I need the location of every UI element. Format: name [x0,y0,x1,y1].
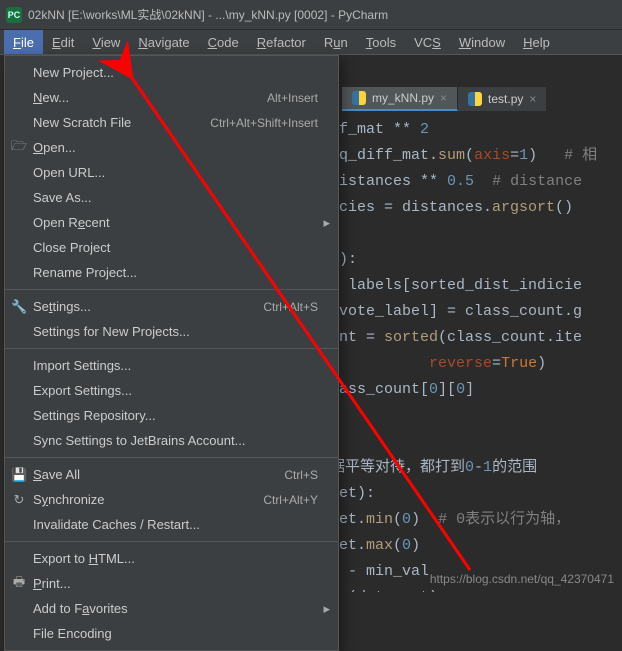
menu-separator [5,348,338,349]
menu-bar: File Edit View Navigate Code Refactor Ru… [0,30,622,55]
menu-label: Settings... [33,299,263,314]
menu-code[interactable]: Code [199,30,248,54]
menu-label: Open URL... [33,165,318,180]
menu-label: New... [33,90,267,105]
menu-label: File Encoding [33,626,318,641]
menu-settings-repository[interactable]: Settings Repository... [5,403,338,428]
menu-open-recent[interactable]: Open Recent ▸ [5,210,338,235]
menu-open-url[interactable]: Open URL... [5,160,338,185]
menu-import-settings[interactable]: Import Settings... [5,353,338,378]
menu-label: Export Settings... [33,383,318,398]
menu-run[interactable]: Run [315,30,357,54]
menu-label: Open... [33,140,318,155]
menu-label: Rename Project... [33,265,318,280]
menu-navigate[interactable]: Navigate [129,30,198,54]
menu-label: Settings Repository... [33,408,318,423]
menu-new[interactable]: New... Alt+Insert [5,85,338,110]
menu-export-html[interactable]: Export to HTML... [5,546,338,571]
menu-open[interactable]: 🗁 Open... [5,135,338,160]
menu-label: New Scratch File [33,115,210,130]
menu-add-to-favorites[interactable]: Add to Favorites ▸ [5,596,338,621]
editor-tabs: my_kNN.py × test.py × [342,87,547,111]
menu-label: Export to HTML... [33,551,318,566]
close-icon[interactable]: × [440,91,447,105]
menu-window[interactable]: Window [450,30,514,54]
python-file-icon [468,92,482,106]
menu-shortcut: Ctrl+Alt+Y [263,493,318,507]
menu-tools[interactable]: Tools [357,30,405,54]
menu-label: New Project... [33,65,318,80]
menu-help[interactable]: Help [514,30,559,54]
close-icon[interactable]: × [529,92,536,106]
file-menu-dropdown: New Project... New... Alt+Insert New Scr… [4,55,339,651]
menu-shortcut: Ctrl+Alt+S [263,300,318,314]
menu-sync-jetbrains[interactable]: Sync Settings to JetBrains Account... [5,428,338,453]
menu-shortcut: Alt+Insert [267,91,318,105]
pycharm-icon: PC [6,7,22,23]
menu-label: Invalidate Caches / Restart... [33,517,318,532]
tab-label: my_kNN.py [372,91,434,105]
menu-label: Add to Favorites [33,601,318,616]
tab-test[interactable]: test.py × [458,87,547,111]
menu-edit[interactable]: Edit [43,30,83,54]
menu-separator [5,457,338,458]
menu-settings[interactable]: 🔧 Settings... Ctrl+Alt+S [5,294,338,319]
menu-shortcut: Ctrl+S [284,468,318,482]
menu-view[interactable]: View [83,30,129,54]
menu-save-all[interactable]: 💾 Save All Ctrl+S [5,462,338,487]
wrench-icon: 🔧 [11,299,27,315]
sync-icon: ↻ [11,492,27,508]
title-bar: PC 02kNN [E:\works\ML实战\02kNN] - ...\my_… [0,0,622,30]
tab-label: test.py [488,92,523,106]
menu-separator [5,289,338,290]
window-title: 02kNN [E:\works\ML实战\02kNN] - ...\my_kNN… [28,6,388,23]
menu-new-scratch-file[interactable]: New Scratch File Ctrl+Alt+Shift+Insert [5,110,338,135]
watermark: https://blog.csdn.net/qq_42370471 [430,572,614,586]
menu-file[interactable]: File [4,30,43,54]
menu-label: Save As... [33,190,318,205]
menu-invalidate-caches[interactable]: Invalidate Caches / Restart... [5,512,338,537]
menu-new-project[interactable]: New Project... [5,60,338,85]
python-file-icon [352,91,366,105]
menu-print[interactable]: 🖶 Print... [5,571,338,596]
menu-save-as[interactable]: Save As... [5,185,338,210]
menu-close-project[interactable]: Close Project [5,235,338,260]
folder-open-icon: 🗁 [11,137,27,159]
menu-label: Settings for New Projects... [33,324,318,339]
menu-label: Open Recent [33,215,318,230]
menu-separator [5,541,338,542]
submenu-arrow-icon: ▸ [323,215,330,231]
submenu-arrow-icon: ▸ [323,601,330,617]
save-icon: 💾 [11,467,27,483]
print-icon: 🖶 [11,573,27,595]
menu-rename-project[interactable]: Rename Project... [5,260,338,285]
menu-label: Import Settings... [33,358,318,373]
menu-settings-new-projects[interactable]: Settings for New Projects... [5,319,338,344]
menu-label: Synchronize [33,492,263,507]
menu-label: Sync Settings to JetBrains Account... [33,433,318,448]
menu-synchronize[interactable]: ↻ Synchronize Ctrl+Alt+Y [5,487,338,512]
menu-label: Print... [33,576,318,591]
code-editor[interactable]: ff_mat ** 2 sq_diff_mat.sum(axis=1) # 相 … [330,115,622,592]
menu-label: Save All [33,467,284,482]
menu-refactor[interactable]: Refactor [248,30,315,54]
menu-vcs[interactable]: VCS [405,30,450,54]
menu-shortcut: Ctrl+Alt+Shift+Insert [210,116,318,130]
menu-export-settings[interactable]: Export Settings... [5,378,338,403]
tab-my-knn[interactable]: my_kNN.py × [342,87,458,111]
menu-label: Close Project [33,240,318,255]
menu-file-encoding[interactable]: File Encoding [5,621,338,646]
